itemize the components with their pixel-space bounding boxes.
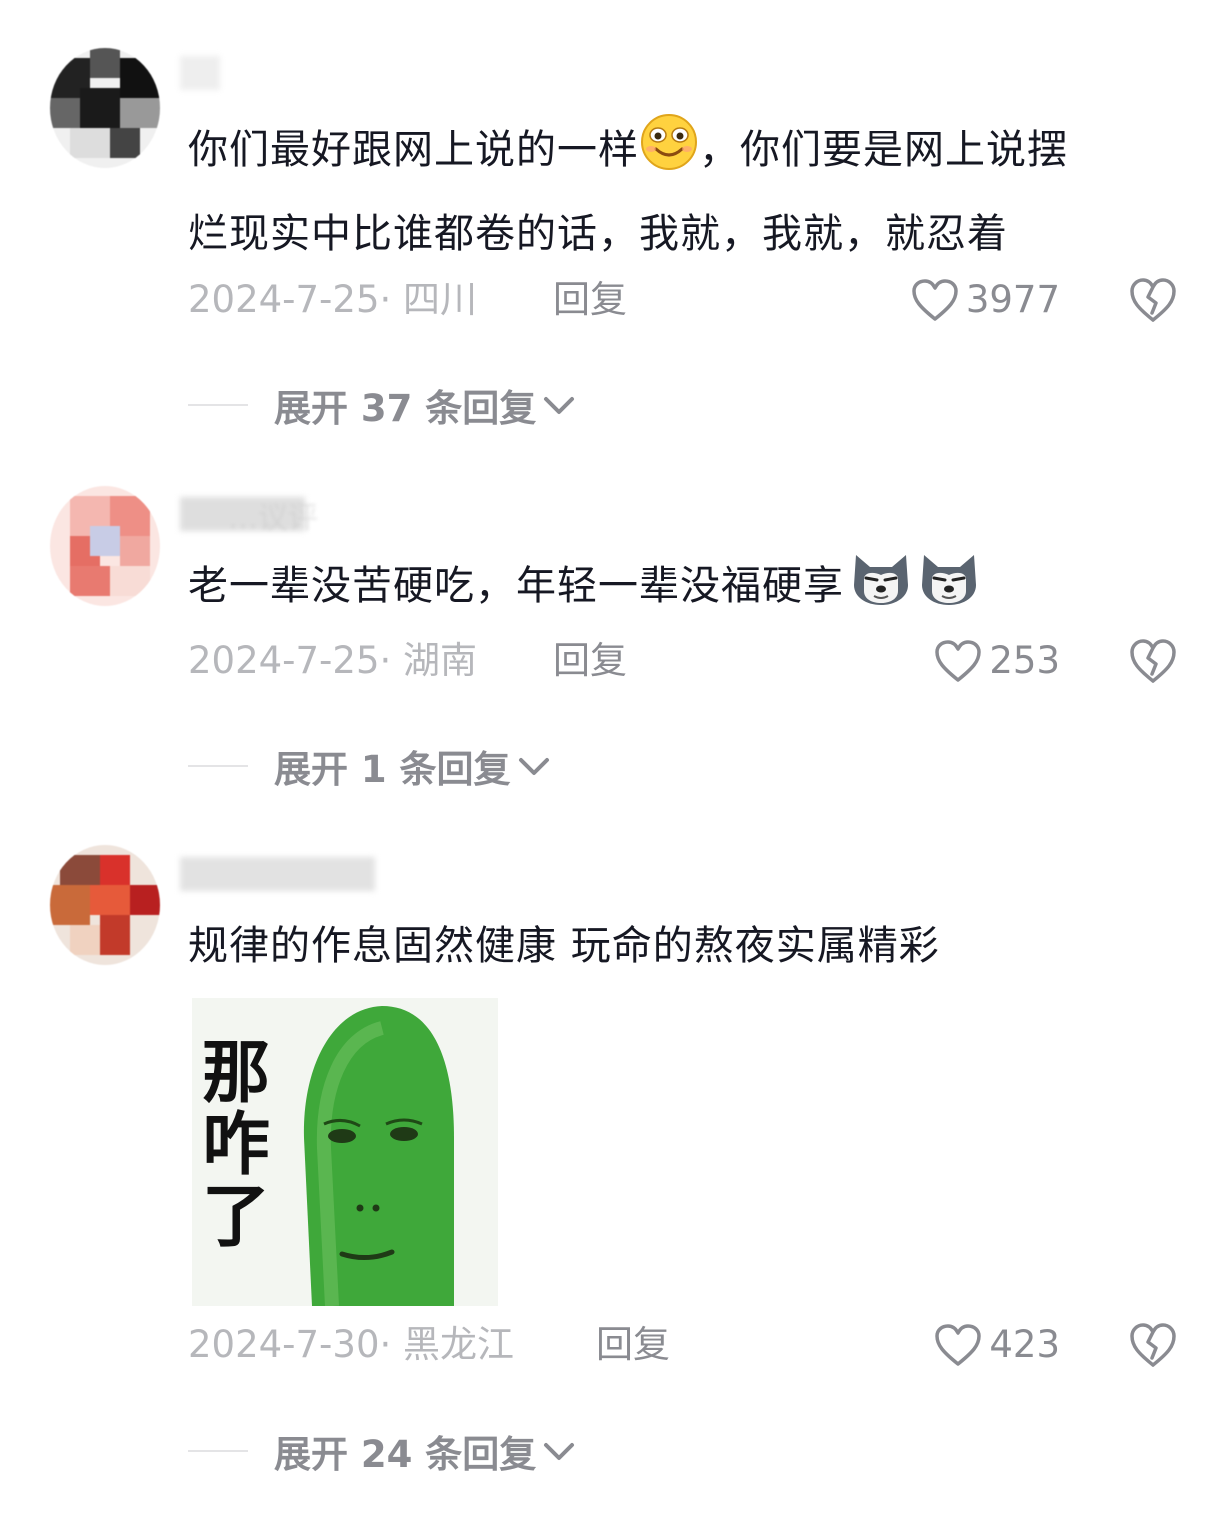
comment-text: 你们最好跟网上说的一样 ，你们要是网上说摆 烂现实中比谁都卷的话，我就，我就，就… [188,112,1188,272]
expand-replies-button[interactable]: 展开 37 条回复 [188,380,576,430]
comment-date-location: 2024-7-30· 黑龙江 [188,1323,515,1366]
comment-meta: 2024-7-25· 湖南 回复 253 [188,636,1178,686]
smiling-face-emoji [639,113,699,196]
husky-dog-emoji [850,551,912,632]
expand-replies-button[interactable]: 展开 1 条回复 [188,741,551,791]
like-count: 423 [989,1323,1060,1366]
divider-line [188,1450,248,1452]
divider-line [188,404,248,406]
like-button[interactable]: 423 [933,1320,1060,1370]
heart-outline-icon [935,640,982,682]
reply-button[interactable]: 回复 [596,1320,670,1370]
reply-button[interactable]: 回复 [553,275,627,325]
heart-outline-icon [912,279,958,321]
chevron-down-icon [518,758,549,775]
comment-sticker-image[interactable]: 那咋了 [192,998,498,1306]
username[interactable] [180,857,375,891]
broken-heart-icon[interactable] [1128,636,1178,686]
broken-heart-icon[interactable] [1128,275,1178,325]
avatar[interactable] [50,845,160,965]
heart-outline-icon [935,1324,982,1366]
broken-heart-icon[interactable] [1128,1320,1178,1370]
avatar[interactable] [50,48,160,168]
username-text: …议评 [228,501,318,536]
like-button[interactable]: 253 [933,636,1060,686]
expand-replies-button[interactable]: 展开 24 条回复 [188,1426,576,1476]
like-button[interactable]: 3977 [910,275,1060,325]
like-count: 253 [989,639,1060,682]
comment-text: 规律的作息固然健康 玩命的熬夜实属精彩 [188,923,940,969]
chevron-down-icon [544,1443,575,1460]
reply-button[interactable]: 回复 [553,636,627,686]
comment-date-location: 2024-7-25· 四川 [188,278,478,321]
username[interactable] [180,56,220,90]
comment-text: 老一辈没苦硬吃，年轻一辈没福硬享 [188,548,1188,632]
comment-date-location: 2024-7-25· 湖南 [188,639,478,682]
husky-dog-emoji [918,551,980,632]
like-count: 3977 [965,278,1060,321]
divider-line [188,765,248,767]
sticker-caption: 那咋了 [202,1034,271,1257]
avatar[interactable] [50,486,160,606]
comment-meta: 2024-7-30· 黑龙江 回复 423 [188,1320,1178,1370]
chevron-down-icon [544,397,575,414]
comment-meta: 2024-7-25· 四川 回复 3977 [188,275,1178,325]
